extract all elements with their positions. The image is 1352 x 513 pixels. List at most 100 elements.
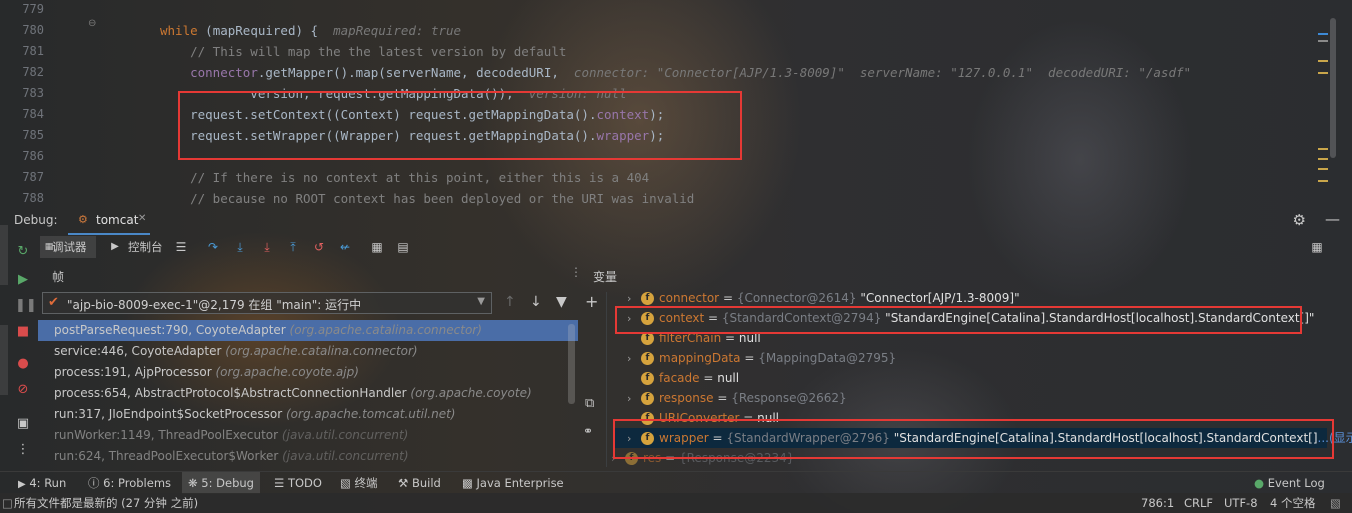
scroll-marker: [1318, 72, 1328, 74]
tab-java-enterprise[interactable]: ▩ Java Enterprise: [462, 472, 564, 494]
frame-item[interactable]: process:654, AbstractProtocol$AbstractCo…: [38, 383, 578, 404]
filter-icon[interactable]: ▼: [556, 294, 567, 310]
code-editor[interactable]: 779 780 781 782 783 784 785 786 787 788 ⊖ while (m…: [0, 0, 1352, 208]
indent-setting[interactable]: 4 个空格: [1270, 493, 1315, 513]
editor-scrollbar[interactable]: [1330, 18, 1336, 158]
structure-tab[interactable]: [0, 225, 8, 285]
evaluate-icon[interactable]: ▦: [370, 240, 384, 254]
variable-value: "Connector[AJP/1.3-8009]": [860, 291, 1020, 305]
tab-debug[interactable]: ❋ 5: Debug: [182, 472, 260, 494]
frame-item[interactable]: service:446, CoyoteAdapter (org.apache.c…: [38, 341, 578, 362]
stop-icon[interactable]: ■: [15, 324, 31, 340]
code-token: .getMapper().map(serverName, decodedURI,: [257, 65, 574, 80]
down-arrow-icon[interactable]: ↓: [530, 294, 542, 310]
thread-selector[interactable]: ✔ "ajp-bio-8009-exec-1"@2,179 在组 "main":…: [42, 292, 492, 314]
step-over-icon[interactable]: ⤓: [233, 240, 247, 254]
tab-console[interactable]: ▶ 控制台: [108, 236, 168, 258]
code-token: ) {: [295, 23, 334, 38]
line-number[interactable]: 785: [14, 128, 44, 142]
frame-item[interactable]: process:191, AjpProcessor (org.apache.co…: [38, 362, 578, 383]
fold-icon[interactable]: ⊖: [88, 18, 96, 29]
frames-title: 帧: [52, 270, 65, 284]
run-icon: ▶: [18, 479, 26, 490]
rerun-icon[interactable]: ↻: [15, 244, 31, 260]
frames-scrollbar[interactable]: [568, 324, 575, 404]
code-line[interactable]: connector.getMapper().map(serverName, de…: [160, 65, 1191, 80]
cursor-position[interactable]: 786:1: [1141, 493, 1174, 513]
line-number[interactable]: 788: [14, 191, 44, 205]
layout-icon[interactable]: ▤: [396, 240, 410, 254]
menu-icon[interactable]: ☰: [174, 240, 188, 254]
line-number[interactable]: 784: [14, 107, 44, 121]
tab-terminal[interactable]: ▧ 终端: [340, 472, 378, 494]
tab-terminal-label: 终端: [354, 476, 378, 490]
line-separator[interactable]: CRLF: [1184, 493, 1213, 513]
step-out-icon[interactable]: ⤒: [286, 240, 300, 254]
copy-icon[interactable]: ⧉: [585, 396, 594, 411]
equals-sign: =: [699, 371, 718, 385]
line-number[interactable]: 781: [14, 44, 44, 58]
debugger-toolbar: ▦ 调试器 ▶ 控制台 ☰ ↷ ⤓ ⤓ ⤒ ↺ ↚ ▦ ▤ ▦: [0, 236, 1352, 260]
chevron-right-icon[interactable]: ›: [627, 389, 641, 409]
line-number[interactable]: 787: [14, 170, 44, 184]
line-number[interactable]: 779: [14, 2, 44, 16]
code-line[interactable]: // because no ROOT context has been depl…: [160, 191, 694, 206]
tab-todo[interactable]: ☰ TODO: [274, 472, 322, 494]
gear-icon[interactable]: ⚙: [1293, 211, 1306, 229]
variable-row[interactable]: › f mappingData = {MappingData@2795}: [627, 348, 1347, 368]
glasses-icon[interactable]: ⚭: [583, 424, 593, 438]
camera-icon[interactable]: ▣: [15, 416, 31, 432]
tab-debugger[interactable]: ▦ 调试器: [40, 236, 96, 258]
file-encoding[interactable]: UTF-8: [1224, 493, 1258, 513]
favorites-tab[interactable]: [0, 325, 8, 395]
tool-window-bar: ▶ 4: Run ⓘ 6: Problems ❋ 5: Debug ☰ TODO…: [0, 471, 1352, 494]
tab-event-log-label: Event Log: [1267, 476, 1325, 490]
settings-icon[interactable]: ⋮: [15, 442, 31, 458]
line-number[interactable]: 782: [14, 65, 44, 79]
lock-icon[interactable]: ▧: [1330, 493, 1341, 513]
variable-name: response: [659, 391, 714, 405]
line-gutter[interactable]: 779 780 781 782 783 784 785 786 787 788 ⊖: [0, 0, 96, 208]
drop-frame-icon[interactable]: ↺: [312, 240, 326, 254]
code-line[interactable]: // If there is no context at this point,…: [160, 170, 649, 185]
frame-item[interactable]: postParseRequest:790, CoyoteAdapter (org…: [38, 320, 578, 341]
line-number[interactable]: 786: [14, 149, 44, 163]
up-arrow-icon[interactable]: ↑: [504, 294, 516, 310]
force-step-into-icon[interactable]: ⤓: [260, 240, 274, 254]
line-number[interactable]: 780: [14, 23, 44, 37]
code-line[interactable]: // This will map the the latest version …: [160, 44, 566, 59]
frame-package: (org.apache.coyote): [410, 386, 532, 400]
line-number[interactable]: 783: [14, 86, 44, 100]
variable-row[interactable]: › f response = {Response@2662}: [627, 388, 1347, 408]
equals-sign: =: [713, 391, 732, 405]
show-execution-point-icon[interactable]: ↷: [206, 240, 220, 254]
frames-more-icon[interactable]: ⋮: [570, 265, 582, 279]
restore-layout-icon[interactable]: ▦: [1310, 240, 1324, 254]
run-to-cursor-icon[interactable]: ↚: [338, 240, 352, 254]
variables-divider: [606, 292, 607, 467]
frame-item[interactable]: run:317, JIoEndpoint$SocketProcessor (or…: [38, 404, 578, 425]
status-message: 所有文件都是最新的 (27 分钟 之前): [14, 496, 199, 510]
tab-tomcat[interactable]: ⚙ tomcat ✕: [68, 209, 150, 235]
tab-problems[interactable]: ⓘ 6: Problems: [88, 472, 171, 494]
close-icon[interactable]: ✕: [138, 213, 146, 224]
tab-tomcat-label: tomcat: [96, 213, 139, 227]
frame-item[interactable]: run:624, ThreadPoolExecutor$Worker (java…: [38, 446, 578, 467]
code-line[interactable]: while (mapRequired) { mapRequired: true: [160, 23, 461, 38]
minimize-icon[interactable]: —: [1325, 210, 1340, 228]
mute-breakpoints-icon[interactable]: ⊘: [15, 382, 31, 398]
variable-row[interactable]: › f connector = {Connector@2614} "Connecto…: [627, 288, 1347, 308]
view-breakpoints-icon[interactable]: ●: [15, 356, 31, 372]
tab-event-log[interactable]: ● Event Log: [1254, 472, 1325, 494]
resume-icon[interactable]: ▶: [15, 272, 31, 288]
tab-run[interactable]: ▶ 4: Run: [18, 472, 66, 494]
frame-method: postParseRequest:790, CoyoteAdapter: [54, 323, 286, 337]
tab-build[interactable]: ⚒ Build: [398, 472, 441, 494]
problems-icon: ⓘ: [88, 476, 100, 490]
frame-item[interactable]: runWorker:1149, ThreadPoolExecutor (java…: [38, 425, 578, 446]
chevron-right-icon[interactable]: ›: [627, 349, 641, 369]
variable-row[interactable]: f facade = null: [627, 368, 1347, 388]
add-watch-icon[interactable]: +: [585, 292, 598, 311]
pause-icon[interactable]: ❚❚: [15, 298, 37, 314]
highlight-box-context: [615, 306, 1302, 334]
